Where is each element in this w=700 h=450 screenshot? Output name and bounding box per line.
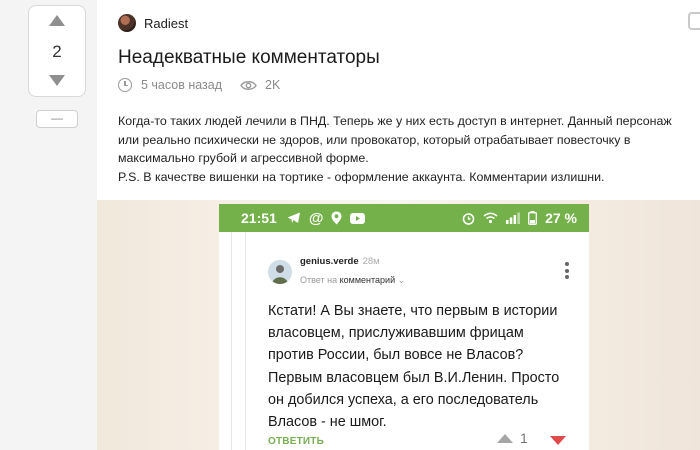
commenter-avatar: [268, 260, 292, 284]
story-views: 2K: [265, 78, 281, 92]
telegram-icon: [287, 212, 300, 223]
author-avatar[interactable]: [118, 14, 136, 32]
reply-button: ОТВЕТИТЬ: [268, 436, 324, 447]
clock-icon: [118, 78, 132, 92]
phone-screenshot: 21:51 @ 27 % genius.verde 28м Ответ на к…: [219, 204, 589, 450]
reply-prefix: Ответ на: [300, 275, 338, 285]
location-pin-icon: [331, 211, 342, 225]
eye-icon: [240, 80, 257, 90]
story-image[interactable]: 21:51 @ 27 % genius.verde 28м Ответ на к…: [97, 200, 700, 450]
thread-line: [231, 232, 232, 450]
author-name[interactable]: Radiest: [144, 16, 188, 31]
upvote-arrow-icon[interactable]: [49, 15, 65, 26]
author-block[interactable]: Radiest: [118, 14, 188, 32]
story-time: 5 часов назад: [141, 78, 223, 92]
story-title[interactable]: Неадекватные комментаторы: [118, 47, 380, 69]
battery-percent: 27 %: [545, 210, 577, 226]
reply-target: комментарий: [339, 275, 396, 285]
comment-age: 28м: [362, 256, 380, 267]
story-paragraph: P.S. В качестве вишенки на тортике - офо…: [118, 169, 605, 184]
story-text: Когда-то таких людей лечили в ПНД. Тепер…: [118, 112, 688, 186]
at-sign-icon: @: [308, 209, 324, 227]
status-right-icons: 27 %: [462, 210, 577, 226]
comment-text: Кстати! А Вы знаете, что первым в истори…: [268, 303, 560, 431]
thread-line: [245, 232, 246, 450]
more-menu-icon: [565, 262, 569, 282]
battery-icon: [528, 211, 538, 225]
comment-downvote-icon: [550, 436, 566, 445]
chevron-down-icon: ⌄: [397, 275, 406, 285]
wifi-icon: [483, 212, 498, 224]
commenter-username: genius.verde: [300, 256, 359, 267]
phone-status-bar: 21:51 @ 27 %: [219, 204, 589, 232]
collapse-story-button[interactable]: —: [36, 110, 78, 128]
alarm-icon: [462, 212, 475, 225]
status-time: 21:51: [241, 210, 277, 226]
rating-count: 2: [52, 42, 62, 61]
commenter-name: genius.verde 28м: [300, 256, 380, 267]
comment-rating: 1: [520, 430, 528, 446]
youtube-icon: [350, 212, 366, 224]
comment-reply-info: Ответ на комментарий ⌄: [300, 275, 405, 286]
signal-icon: [506, 212, 520, 224]
story-paragraph: Когда-то таких людей лечили в ПНД. Тепер…: [118, 114, 672, 165]
story-rating: 2: [28, 5, 86, 97]
downvote-arrow-icon[interactable]: [49, 75, 65, 86]
story-meta: 5 часов назад 2K: [118, 78, 280, 92]
comment-upvote-icon: [497, 434, 513, 443]
story-card: Radiest Неадекватные комментаторы 5 часо…: [97, 0, 700, 450]
bookmark-icon[interactable]: [688, 12, 700, 30]
